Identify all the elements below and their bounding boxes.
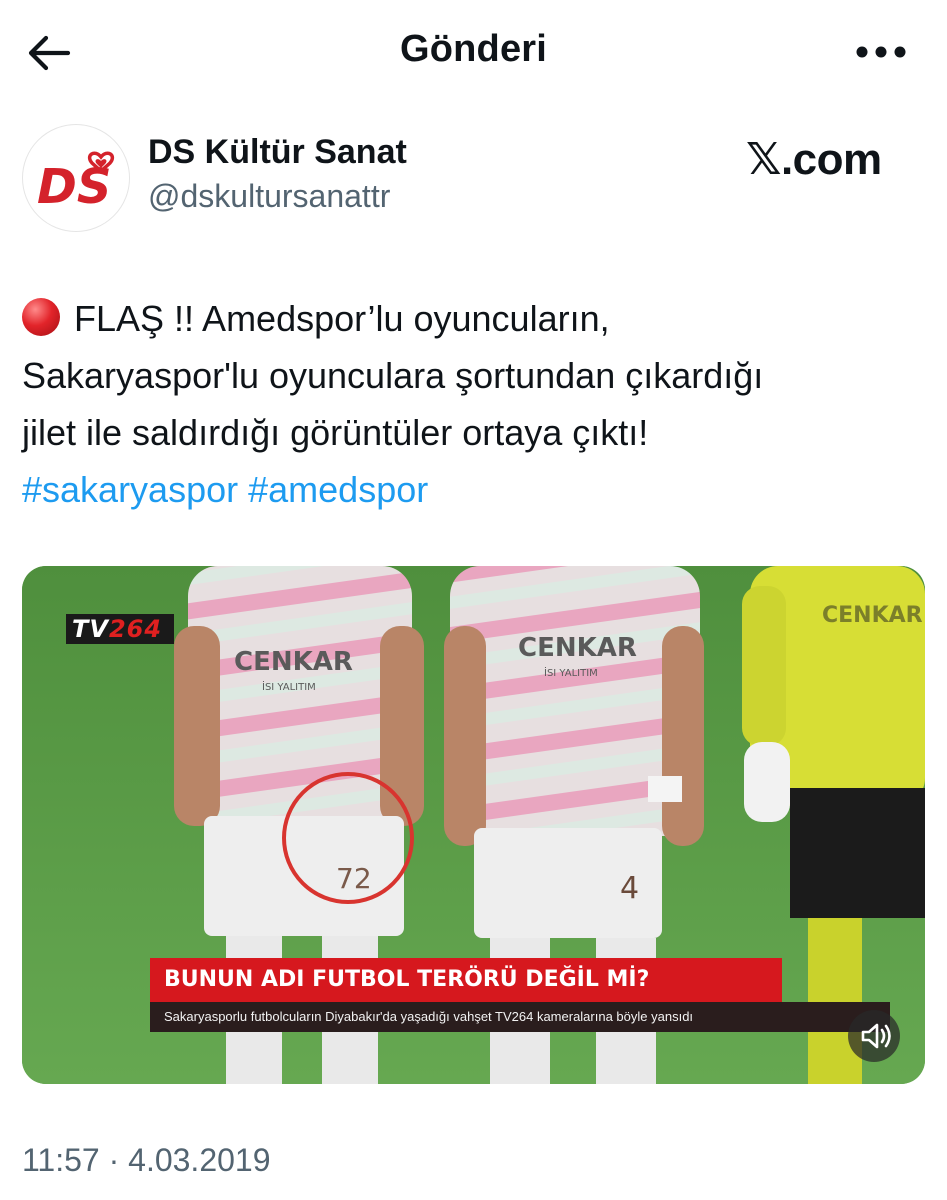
svg-text:CENKAR: CENKAR bbox=[234, 647, 353, 677]
red-circle-icon bbox=[22, 298, 60, 336]
svg-text:DS: DS bbox=[37, 159, 111, 215]
svg-text:CENKAR: CENKAR bbox=[822, 603, 923, 628]
hashtag-link[interactable]: #sakaryaspor bbox=[22, 469, 238, 510]
hashtag-line: #sakaryaspor #amedspor bbox=[22, 461, 922, 518]
hashtag-link[interactable]: #amedspor bbox=[248, 469, 428, 510]
ds-logo: DS bbox=[37, 151, 115, 215]
tweet-media[interactable]: CENKAR İSI YALITIM CENKAR İSI YALITIM CE… bbox=[22, 566, 925, 1084]
tweet-line-text: FLAŞ !! Amedspor’lu oyuncuların, bbox=[74, 298, 610, 339]
page-title: Gönderi bbox=[399, 28, 548, 70]
svg-text:72: 72 bbox=[336, 862, 372, 895]
avatar[interactable]: DS bbox=[22, 124, 130, 232]
sound-toggle-button[interactable] bbox=[848, 1010, 900, 1062]
news-headline: BUNUN ADI FUTBOL TERÖRÜ DEĞİL Mİ? bbox=[150, 958, 782, 1002]
tweet-line: Sakaryaspor'lu oyunculara şortundan çıka… bbox=[22, 355, 764, 396]
svg-text:4: 4 bbox=[620, 871, 639, 906]
news-subline: Sakaryasporlu futbolcuların Diyabakır'da… bbox=[150, 1002, 890, 1032]
channel-logo: TV264 bbox=[66, 614, 174, 644]
tweet-line: FLAŞ !! Amedspor’lu oyuncuların, bbox=[22, 290, 922, 347]
more-horizontal-icon bbox=[856, 46, 906, 58]
x-watermark: 𝕏.com bbox=[746, 135, 882, 184]
more-options-button[interactable] bbox=[855, 40, 907, 64]
speaker-muted-icon bbox=[861, 1023, 891, 1049]
svg-text:İSI YALITIM: İSI YALITIM bbox=[544, 666, 598, 679]
svg-text:CENKAR: CENKAR bbox=[518, 633, 637, 663]
tweet-line: jilet ile saldırdığı görüntüler ortaya ç… bbox=[22, 412, 649, 453]
svg-text:İSI YALITIM: İSI YALITIM bbox=[262, 680, 316, 693]
top-bar: Gönderi bbox=[0, 0, 947, 108]
author-handle[interactable]: @dskultursanattr bbox=[148, 178, 390, 215]
tweet-text: FLAŞ !! Amedspor’lu oyuncuların, Sakarya… bbox=[22, 290, 922, 518]
author-name[interactable]: DS Kültür Sanat bbox=[148, 133, 407, 172]
post-timestamp[interactable]: 11:57 · 4.03.2019 bbox=[22, 1142, 271, 1179]
